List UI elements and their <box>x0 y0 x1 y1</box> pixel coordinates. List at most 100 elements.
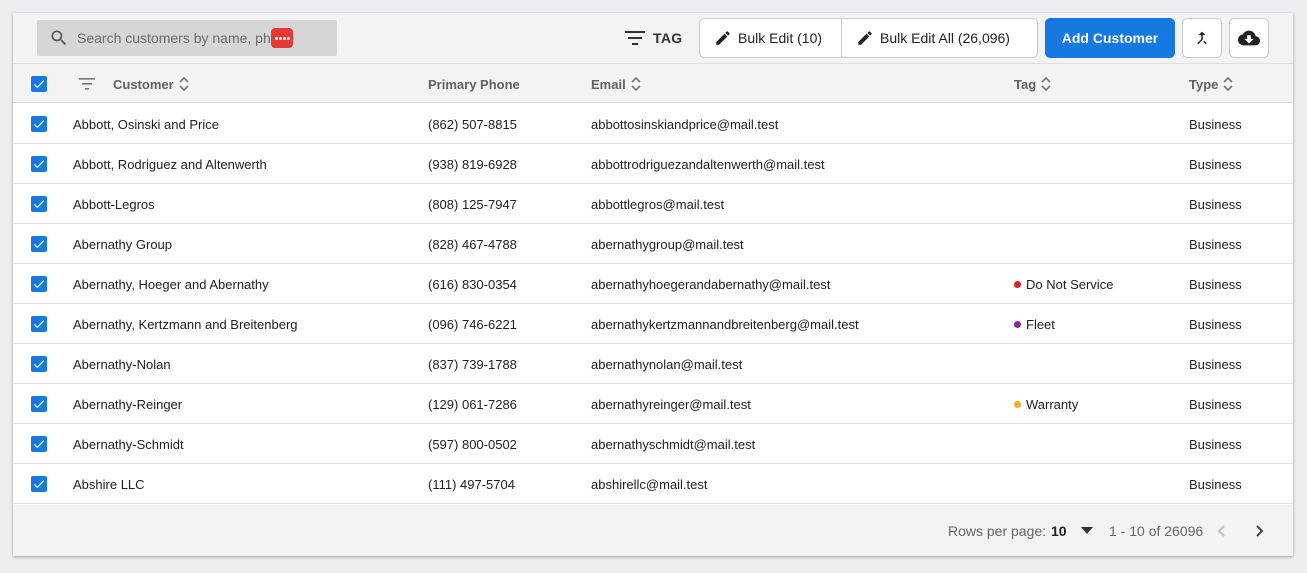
column-header-tag[interactable]: Tag <box>1014 64 1052 104</box>
cell-email: abernathyschmidt@mail.test <box>591 436 756 452</box>
column-label: Tag <box>1014 76 1037 92</box>
cell-customer[interactable]: Abernathy, Kertzmann and Breitenberg <box>73 304 298 344</box>
pagination-range: 1 - 10 of 26096 <box>1109 522 1204 539</box>
cell-phone: (837) 739-1788 <box>428 356 517 372</box>
sort-lines-icon <box>79 78 95 90</box>
sort-icon <box>179 76 189 92</box>
table-row[interactable]: Abernathy-Nolan (837) 739-1788 abernathyno… <box>13 344 1293 384</box>
column-header-email[interactable]: Email <box>591 64 642 104</box>
tag-color-dot <box>1014 320 1021 328</box>
cell-type: Business <box>1189 236 1242 252</box>
cell-type: Business <box>1189 356 1242 372</box>
cloud-download-icon <box>1238 30 1260 46</box>
rows-per-page-label: Rows per page: <box>948 522 1047 539</box>
check-icon <box>33 160 45 169</box>
tag-filter-button[interactable]: TAG <box>625 23 682 53</box>
password-manager-icon[interactable] <box>271 28 293 48</box>
cell-type: Business <box>1189 196 1242 212</box>
cell-phone: (111) 497-5704 <box>428 476 515 492</box>
tag-label: Warranty <box>1026 396 1079 412</box>
cell-customer[interactable]: Abshire LLC <box>73 464 145 504</box>
row-checkbox[interactable] <box>31 156 47 172</box>
column-label: Primary Phone <box>428 76 520 92</box>
cell-phone: (096) 746-6221 <box>428 316 517 332</box>
bulk-edit-button[interactable]: Bulk Edit (10) <box>700 19 842 57</box>
prev-page-button[interactable] <box>1215 505 1229 556</box>
column-label: Email <box>591 76 626 92</box>
check-icon <box>33 480 45 489</box>
row-checkbox[interactable] <box>31 396 47 412</box>
table-row[interactable]: Abernathy-Schmidt (597) 800-0502 abernathy… <box>13 424 1293 464</box>
tag-color-dot <box>1014 280 1021 288</box>
table-row[interactable]: Abernathy-Reinger (129) 061-7286 abernathy… <box>13 384 1293 424</box>
add-customer-button[interactable]: Add Customer <box>1045 18 1175 58</box>
table-row[interactable]: Abernathy, Hoeger and Abernathy (616) 830… <box>13 264 1293 304</box>
next-page-button[interactable] <box>1252 505 1266 556</box>
row-checkbox[interactable] <box>31 436 47 452</box>
cell-customer[interactable]: Abbott, Osinski and Price <box>73 104 219 144</box>
search-input[interactable] <box>77 20 295 56</box>
cell-email: abernathyreinger@mail.test <box>591 396 751 412</box>
table-row[interactable]: Abbott, Osinski and Price (862) 507-8815 a… <box>13 104 1293 144</box>
pencil-icon <box>716 31 730 45</box>
column-header-type[interactable]: Type <box>1189 64 1234 104</box>
cell-customer[interactable]: Abernathy-Schmidt <box>73 424 184 464</box>
cell-phone: (828) 467-4788 <box>428 236 517 252</box>
check-icon <box>33 400 45 409</box>
cell-email: abbottrodriguezandaltenwerth@mail.test <box>591 156 825 172</box>
table-row[interactable]: Abshire LLC (111) 497-5704 abshirellc@mail… <box>13 464 1293 504</box>
filter-lines-icon <box>625 31 645 45</box>
bulk-edit-all-label: Bulk Edit All (26,096) <box>880 30 1010 46</box>
row-checkbox[interactable] <box>31 116 47 132</box>
cell-customer[interactable]: Abbott-Legros <box>73 184 155 224</box>
row-checkbox[interactable] <box>31 316 47 332</box>
cell-phone: (808) 125-7947 <box>428 196 517 212</box>
column-header-customer[interactable]: Customer <box>113 64 190 104</box>
cell-email: abernathynolan@mail.test <box>591 356 743 372</box>
tag-filter-label: TAG <box>653 30 683 46</box>
cell-customer[interactable]: Abernathy-Nolan <box>73 344 171 384</box>
table-row[interactable]: Abernathy Group (828) 467-4788 abernathygr… <box>13 224 1293 264</box>
cell-customer[interactable]: Abernathy-Reinger <box>73 384 182 424</box>
column-options-button[interactable] <box>79 64 97 104</box>
chevron-left-icon <box>1217 524 1225 537</box>
table-row[interactable]: Abbott-Legros (808) 125-7947 abbottlegros@… <box>13 184 1293 224</box>
cell-email: abernathygroup@mail.test <box>591 236 744 252</box>
customers-panel: TAG Bulk Edit (10) Bulk Edit All (26,096… <box>13 13 1293 556</box>
row-checkbox[interactable] <box>31 276 47 292</box>
column-header-phone: Primary Phone <box>428 64 520 104</box>
row-checkbox[interactable] <box>31 196 47 212</box>
bulk-edit-label: Bulk Edit (10) <box>738 30 823 46</box>
row-checkbox[interactable] <box>31 356 47 372</box>
cell-phone: (938) 819-6928 <box>428 156 517 172</box>
cell-email: abernathykertzmannandbreitenberg@mail.te… <box>591 316 859 332</box>
cell-phone: (616) 830-0354 <box>428 276 517 292</box>
select-all-checkbox[interactable] <box>31 76 47 92</box>
cell-phone: (862) 507-8815 <box>428 116 517 132</box>
row-checkbox[interactable] <box>31 236 47 252</box>
cell-customer[interactable]: Abernathy Group <box>73 224 172 264</box>
bulk-edit-all-button[interactable]: Bulk Edit All (26,096) <box>842 19 1037 57</box>
row-checkbox[interactable] <box>31 476 47 492</box>
sort-icon <box>1041 76 1051 92</box>
tag-color-dot <box>1014 400 1021 408</box>
download-button[interactable] <box>1229 18 1269 58</box>
cell-type: Business <box>1189 316 1242 332</box>
rows-per-page-select[interactable]: 10 <box>1051 505 1093 556</box>
cell-type: Business <box>1189 276 1242 292</box>
search-box[interactable] <box>37 20 337 56</box>
merge-icon <box>1197 31 1207 45</box>
cell-type: Business <box>1189 156 1242 172</box>
check-icon <box>33 320 45 329</box>
merge-button[interactable] <box>1182 18 1222 58</box>
cell-tag: Warranty <box>1014 384 1078 424</box>
cell-customer[interactable]: Abernathy, Hoeger and Abernathy <box>73 264 269 304</box>
table-footer: Rows per page: 10 1 - 10 of 26096 <box>13 505 1293 556</box>
table-row[interactable]: Abbott, Rodriguez and Altenwerth (938) 81… <box>13 144 1293 184</box>
cell-type: Business <box>1189 436 1242 452</box>
cell-type: Business <box>1189 476 1242 492</box>
check-icon <box>33 200 45 209</box>
cell-customer[interactable]: Abbott, Rodriguez and Altenwerth <box>73 144 267 184</box>
sort-icon <box>1223 76 1233 92</box>
table-row[interactable]: Abernathy, Kertzmann and Breitenberg (096… <box>13 304 1293 344</box>
